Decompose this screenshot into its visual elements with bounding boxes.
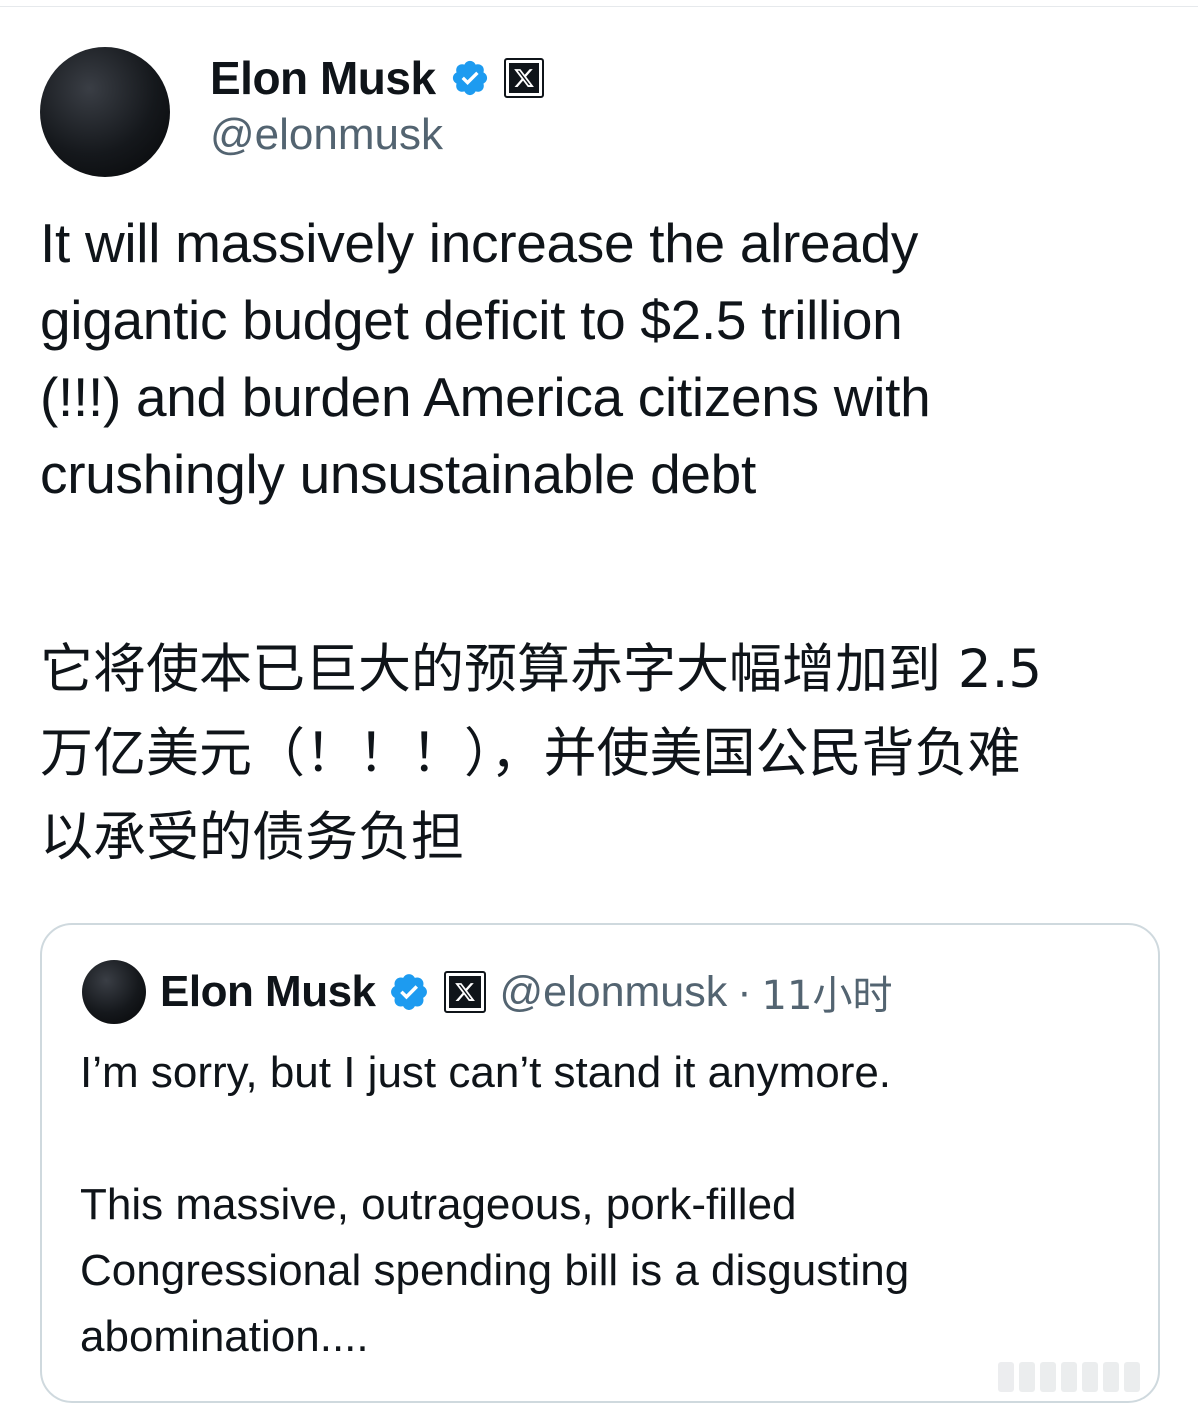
verified-badge-icon [452, 60, 487, 96]
quoted-tweet-card[interactable]: Elon Musk @elonmusk · 11小时 I’m sorry, bu… [40, 923, 1160, 1403]
x-logo-icon [503, 58, 544, 98]
quoted-tweet-timestamp[interactable]: 11小时 [762, 963, 893, 1021]
watermark-logo [970, 1359, 1140, 1395]
tweet-text-english: It will massively increase the already g… [40, 212, 931, 505]
author-name-row: Elon Musk [210, 50, 544, 106]
quoted-author-avatar[interactable] [82, 960, 146, 1024]
quoted-tweet-header: Elon Musk @elonmusk · 11小时 [82, 959, 892, 1025]
quoted-author-handle[interactable]: @elonmusk [500, 968, 728, 1017]
top-divider [0, 0, 1198, 7]
author-handle[interactable]: @elonmusk [210, 110, 443, 160]
quoted-x-logo-icon [443, 971, 486, 1013]
quoted-author-display-name[interactable]: Elon Musk [160, 967, 376, 1017]
quoted-tweet-text: I’m sorry, but I just can’t stand it any… [80, 1048, 910, 1361]
quoted-verified-badge-icon [390, 974, 427, 1010]
tweet-text-chinese: 它将使本已巨大的预算赤字大幅增加到 2.5 万亿美元（！！！），并使美国公民背负… [40, 639, 1043, 868]
author-display-name[interactable]: Elon Musk [210, 51, 436, 105]
author-avatar[interactable] [40, 47, 170, 177]
quoted-separator-dot: · [737, 967, 752, 1016]
